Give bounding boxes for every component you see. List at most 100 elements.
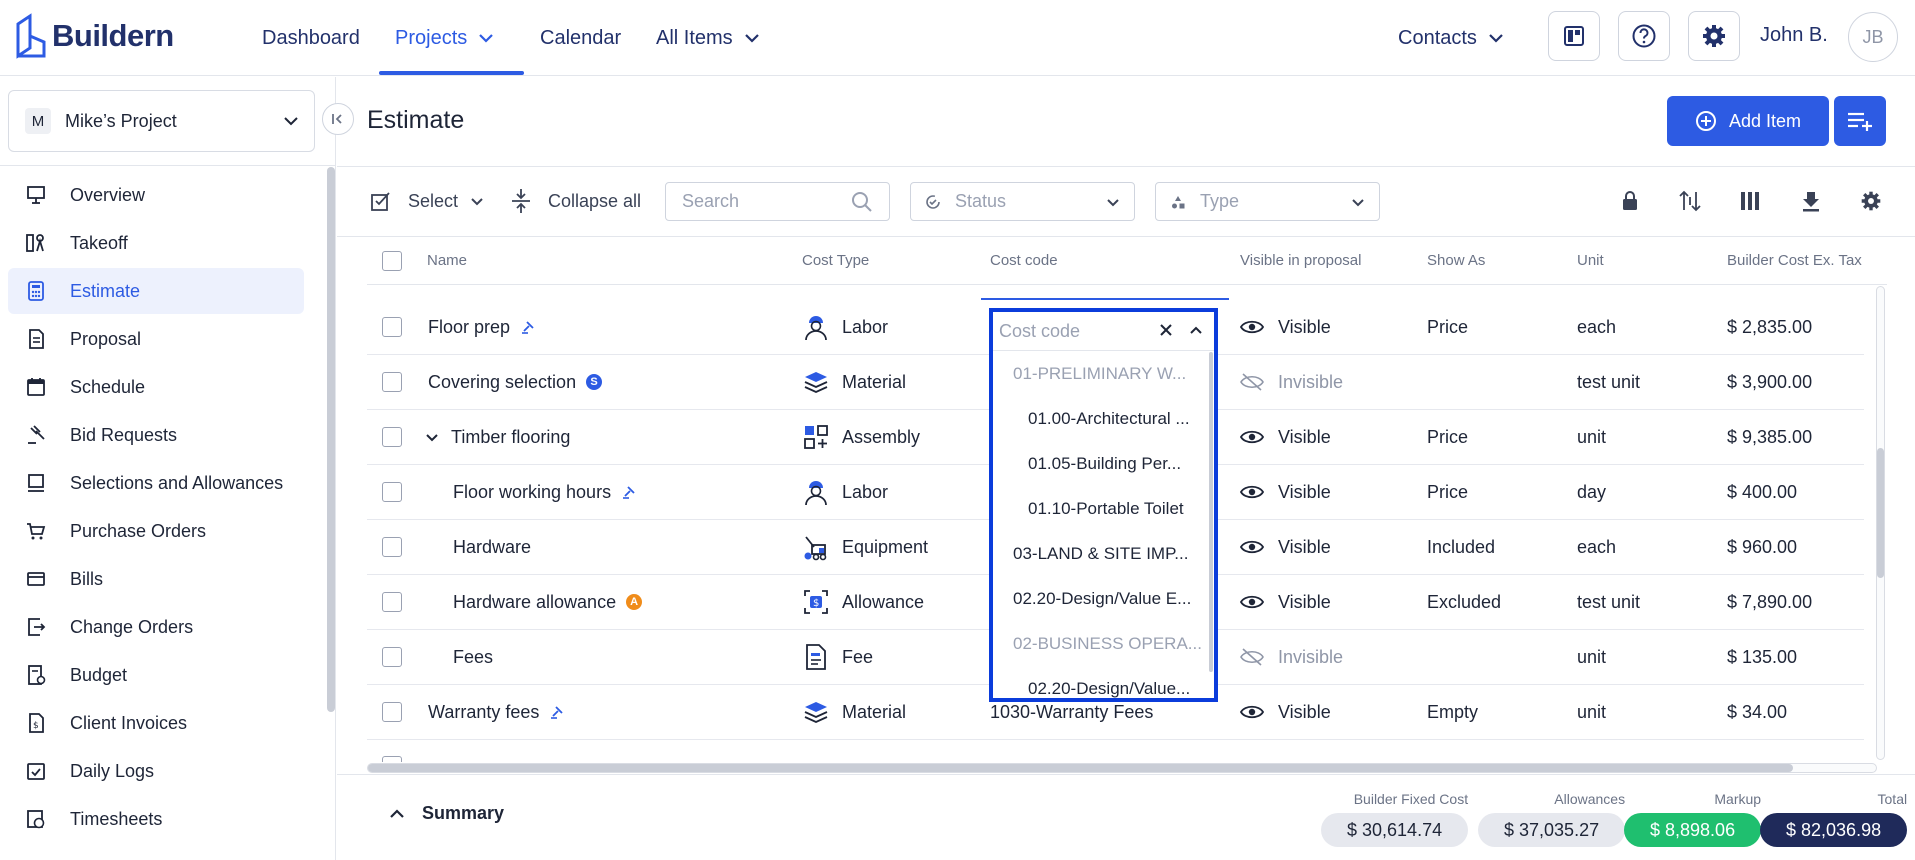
- row-visible[interactable]: Visible: [1240, 520, 1331, 574]
- sidebar-item-takeoff[interactable]: Takeoff: [8, 220, 304, 266]
- row-visible[interactable]: Visible: [1240, 465, 1331, 519]
- col-header-visible[interactable]: Visible in proposal: [1240, 252, 1361, 269]
- summary-toggle[interactable]: Summary: [388, 803, 504, 824]
- option[interactable]: 01.10-Portable Toilet: [1028, 486, 1184, 531]
- row-cost[interactable]: $ 3,900.00: [1727, 355, 1812, 409]
- row-unit[interactable]: unit: [1577, 630, 1606, 684]
- row-unit[interactable]: day: [1577, 465, 1606, 519]
- table-horizontal-scroll-thumb[interactable]: [368, 764, 1793, 772]
- row-unit[interactable]: each: [1577, 520, 1616, 574]
- row-name[interactable]: Hardware allowance A: [453, 575, 643, 629]
- user-name[interactable]: John B.: [1760, 24, 1828, 47]
- sidebar-item-selections[interactable]: Selections and Allowances: [8, 460, 304, 506]
- layout-button[interactable]: [1548, 11, 1600, 61]
- row-name[interactable]: Floor prep: [428, 300, 536, 354]
- chevron-up-icon[interactable]: [1188, 322, 1204, 338]
- help-button[interactable]: [1618, 11, 1670, 61]
- sidebar-item-proposal[interactable]: Proposal: [8, 316, 304, 362]
- row-show-as[interactable]: Price: [1427, 465, 1468, 519]
- avatar[interactable]: JB: [1848, 12, 1898, 62]
- add-list-button[interactable]: [1834, 96, 1886, 146]
- select-menu[interactable]: Select: [370, 186, 484, 216]
- nav-all-items[interactable]: All Items: [656, 0, 761, 76]
- row-checkbox[interactable]: [382, 482, 402, 502]
- row-unit[interactable]: test unit: [1577, 355, 1640, 409]
- row-checkbox[interactable]: [382, 647, 402, 667]
- sidebar-item-schedule[interactable]: Schedule: [8, 364, 304, 410]
- chevron-down-icon[interactable]: [425, 430, 439, 444]
- project-selector[interactable]: M Mike’s Project: [8, 90, 315, 152]
- row-show-as[interactable]: Empty: [1427, 685, 1478, 739]
- col-header-name[interactable]: Name: [427, 252, 467, 269]
- row-checkbox[interactable]: [382, 702, 402, 722]
- row-name[interactable]: Fees: [453, 630, 493, 684]
- nav-calendar[interactable]: Calendar: [540, 0, 621, 76]
- row-unit[interactable]: unit: [1577, 410, 1606, 464]
- sidebar-item-budget[interactable]: Budget: [8, 652, 304, 698]
- collapse-all-button[interactable]: Collapse all: [510, 186, 641, 216]
- col-header-builder-cost[interactable]: Builder Cost Ex. Tax: [1727, 252, 1862, 269]
- row-visible[interactable]: Visible: [1240, 575, 1331, 629]
- lock-button[interactable]: [1615, 186, 1645, 216]
- row-show-as[interactable]: Price: [1427, 410, 1468, 464]
- columns-button[interactable]: [1735, 186, 1765, 216]
- option[interactable]: 01.00-Architectural ...: [1028, 396, 1190, 441]
- nav-projects[interactable]: Projects: [395, 0, 495, 76]
- row-show-as[interactable]: Included: [1427, 520, 1495, 574]
- nav-contacts[interactable]: Contacts: [1398, 0, 1505, 76]
- row-unit[interactable]: unit: [1577, 685, 1606, 739]
- row-show-as[interactable]: Price: [1427, 300, 1468, 354]
- sidebar-item-estimate[interactable]: Estimate: [8, 268, 304, 314]
- sidebar-item-bid-requests[interactable]: Bid Requests: [8, 412, 304, 458]
- sort-button[interactable]: [1675, 186, 1705, 216]
- option[interactable]: 02.20-Design/Value E...: [1013, 576, 1191, 621]
- row-unit[interactable]: test unit: [1577, 575, 1640, 629]
- option[interactable]: 02.20-Design/Value...: [1028, 666, 1190, 698]
- settings-button[interactable]: [1688, 11, 1740, 61]
- row-cost[interactable]: $ 9,385.00: [1727, 410, 1812, 464]
- table-settings-button[interactable]: [1856, 186, 1886, 216]
- row-cost[interactable]: $ 960.00: [1727, 520, 1797, 574]
- col-header-cost-type[interactable]: Cost Type: [802, 252, 869, 269]
- sidebar-item-bills[interactable]: Bills: [8, 556, 304, 602]
- row-visible[interactable]: Visible: [1240, 300, 1331, 354]
- sidebar-item-timesheets[interactable]: Timesheets: [8, 796, 304, 842]
- sidebar-item-client-invoices[interactable]: $ Client Invoices: [8, 700, 304, 746]
- cost-code-dropdown[interactable]: 01-PRELIMINARY W... 01.00-Architectural …: [989, 308, 1218, 702]
- row-visible[interactable]: Visible: [1240, 685, 1331, 739]
- row-checkbox[interactable]: [382, 372, 402, 392]
- row-visible[interactable]: Visible: [1240, 410, 1331, 464]
- type-filter[interactable]: Type: [1155, 182, 1380, 221]
- sidebar-item-change-orders[interactable]: Change Orders: [8, 604, 304, 650]
- option[interactable]: 01.05-Building Per...: [1028, 441, 1181, 486]
- row-show-as[interactable]: Excluded: [1427, 575, 1501, 629]
- row-name[interactable]: Hardware: [453, 520, 531, 574]
- row-name[interactable]: Warranty fees: [428, 685, 565, 739]
- row-checkbox[interactable]: [382, 592, 402, 612]
- dropdown-scrollbar[interactable]: [1209, 352, 1213, 672]
- status-filter[interactable]: Status: [910, 182, 1135, 221]
- col-header-unit[interactable]: Unit: [1577, 252, 1604, 269]
- sidebar-item-daily-logs[interactable]: Daily Logs: [8, 748, 304, 794]
- search-field[interactable]: [665, 182, 890, 221]
- row-checkbox[interactable]: [382, 317, 402, 337]
- add-item-button[interactable]: Add Item: [1667, 96, 1829, 146]
- logo[interactable]: Buildern: [14, 12, 174, 60]
- row-checkbox[interactable]: [382, 427, 402, 447]
- sidebar-item-purchase-orders[interactable]: Purchase Orders: [8, 508, 304, 554]
- row-name[interactable]: Timber flooring: [425, 410, 570, 464]
- row-cost[interactable]: $ 7,890.00: [1727, 575, 1812, 629]
- col-header-cost-code[interactable]: Cost code: [990, 252, 1058, 269]
- collapse-sidebar-button[interactable]: [322, 103, 354, 135]
- sidebar-scrollbar[interactable]: [327, 167, 335, 712]
- row-checkbox[interactable]: [382, 537, 402, 557]
- option[interactable]: 03-LAND & SITE IMP...: [1013, 531, 1188, 576]
- row-unit[interactable]: each: [1577, 300, 1616, 354]
- cost-code-field[interactable]: [993, 312, 1214, 350]
- row-name[interactable]: Covering selection S: [428, 355, 603, 409]
- select-all-checkbox[interactable]: [382, 251, 402, 271]
- row-cost[interactable]: $ 2,835.00: [1727, 300, 1812, 354]
- search-input[interactable]: [682, 191, 832, 212]
- row-checkbox[interactable]: [382, 756, 402, 762]
- cost-code-input[interactable]: [999, 320, 1149, 342]
